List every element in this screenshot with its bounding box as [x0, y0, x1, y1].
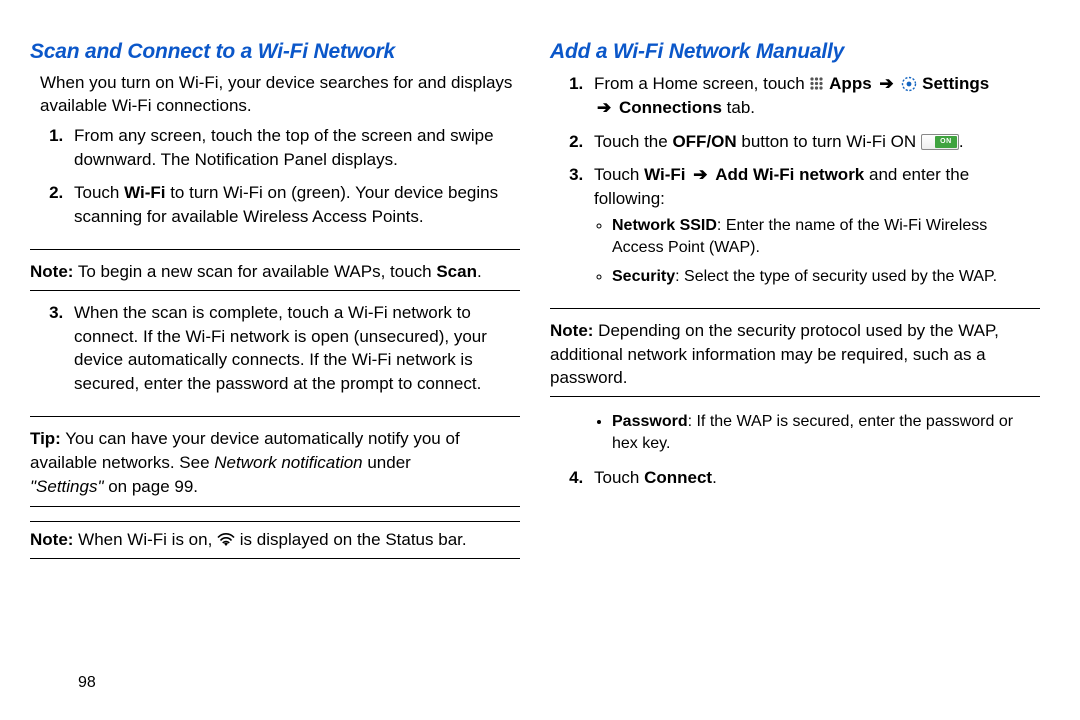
right-steps: From a Home screen, touch Apps ➔ Setting… — [560, 72, 1040, 298]
tip-italic-2: "Settings" — [30, 477, 104, 496]
left-steps-1-2: From any screen, touch the top of the sc… — [40, 124, 520, 239]
arrow-icon: ➔ — [876, 72, 896, 96]
arrow-icon: ➔ — [594, 96, 614, 120]
offon-label: OFF/ON — [672, 132, 736, 151]
text: button to turn Wi-Fi ON — [737, 132, 921, 151]
left-intro: When you turn on Wi-Fi, your device sear… — [40, 72, 520, 118]
note-label: Note: — [550, 321, 593, 340]
right-bullets-1: Network SSID: Enter the name of the Wi-F… — [594, 215, 1040, 288]
left-tip: Tip: You can have your device automatica… — [30, 427, 520, 498]
right-column: Add a Wi-Fi Network Manually From a Home… — [550, 40, 1040, 710]
divider — [30, 506, 520, 507]
text: Touch — [594, 468, 644, 487]
text: on page 99. — [104, 477, 199, 496]
wifi-label: Wi-Fi — [644, 165, 685, 184]
bullet-security: Security: Select the type of security us… — [612, 266, 1040, 288]
right-step-3: Touch Wi-Fi ➔ Add Wi-Fi network and ente… — [588, 163, 1040, 287]
bullet-ssid: Network SSID: Enter the name of the Wi-F… — [612, 215, 1040, 258]
arrow-icon: ➔ — [690, 163, 710, 187]
settings-icon — [901, 76, 917, 92]
note-label: Note: — [30, 262, 73, 281]
text: When Wi-Fi is on, — [73, 530, 217, 549]
tip-label: Tip: — [30, 429, 61, 448]
add-wifi-label: Add Wi-Fi network — [715, 165, 864, 184]
text: Touch — [74, 183, 124, 202]
text: Touch the — [594, 132, 672, 151]
divider — [550, 308, 1040, 309]
password-label: Password — [612, 413, 688, 430]
bullet-password: Password: If the WAP is secured, enter t… — [612, 411, 1040, 454]
divider — [30, 416, 520, 417]
manual-page: Scan and Connect to a Wi-Fi Network When… — [0, 0, 1080, 720]
text: Depending on the security protocol used … — [550, 321, 999, 388]
left-steps-3: When the scan is complete, touch a Wi-Fi… — [40, 301, 520, 406]
apps-label: Apps — [829, 74, 872, 93]
wifi-label: Wi-Fi — [124, 183, 165, 202]
right-note: Note: Depending on the security protocol… — [550, 319, 1040, 390]
divider — [550, 396, 1040, 397]
apps-icon — [809, 76, 824, 91]
scan-label: Scan — [436, 262, 477, 281]
divider — [30, 290, 520, 291]
left-note-1: Note: To begin a new scan for available … — [30, 260, 520, 284]
toggle-on-icon: ON — [921, 134, 959, 150]
connections-label: Connections — [619, 98, 722, 117]
text: under — [363, 453, 411, 472]
left-step-1: From any screen, touch the top of the sc… — [68, 124, 520, 172]
wifi-icon — [217, 533, 235, 547]
page-number: 98 — [78, 674, 96, 692]
divider — [30, 558, 520, 559]
text: . — [477, 262, 482, 281]
left-step-3: When the scan is complete, touch a Wi-Fi… — [68, 301, 520, 396]
left-heading: Scan and Connect to a Wi-Fi Network — [30, 40, 520, 64]
connect-label: Connect — [644, 468, 712, 487]
note-label: Note: — [30, 530, 73, 549]
tip-italic-1: Network notification — [214, 453, 362, 472]
right-step-4: Touch Connect. — [588, 466, 1040, 490]
settings-label: Settings — [922, 74, 989, 93]
text: . — [959, 132, 964, 151]
right-heading: Add a Wi-Fi Network Manually — [550, 40, 1040, 64]
right-steps-4: Touch Connect. — [560, 466, 1040, 500]
toggle-knob: ON — [935, 136, 957, 148]
right-bullets-2: Password: If the WAP is secured, enter t… — [594, 411, 1040, 462]
text: : Select the type of security used by th… — [675, 268, 997, 285]
text: is displayed on the Status bar. — [240, 530, 467, 549]
divider — [30, 249, 520, 250]
security-label: Security — [612, 268, 675, 285]
text: Touch — [594, 165, 644, 184]
ssid-label: Network SSID — [612, 217, 717, 234]
left-note-2: Note: When Wi-Fi is on, is displayed on … — [30, 528, 520, 552]
left-step-2: Touch Wi-Fi to turn Wi-Fi on (green). Yo… — [68, 181, 520, 229]
text: . — [712, 468, 717, 487]
right-step-1: From a Home screen, touch Apps ➔ Setting… — [588, 72, 1040, 120]
left-column: Scan and Connect to a Wi-Fi Network When… — [30, 40, 520, 710]
text: tab. — [722, 98, 755, 117]
divider — [30, 521, 520, 522]
text: To begin a new scan for available WAPs, … — [73, 262, 436, 281]
right-step-2: Touch the OFF/ON button to turn Wi-Fi ON… — [588, 130, 1040, 154]
text: From a Home screen, touch — [594, 74, 809, 93]
